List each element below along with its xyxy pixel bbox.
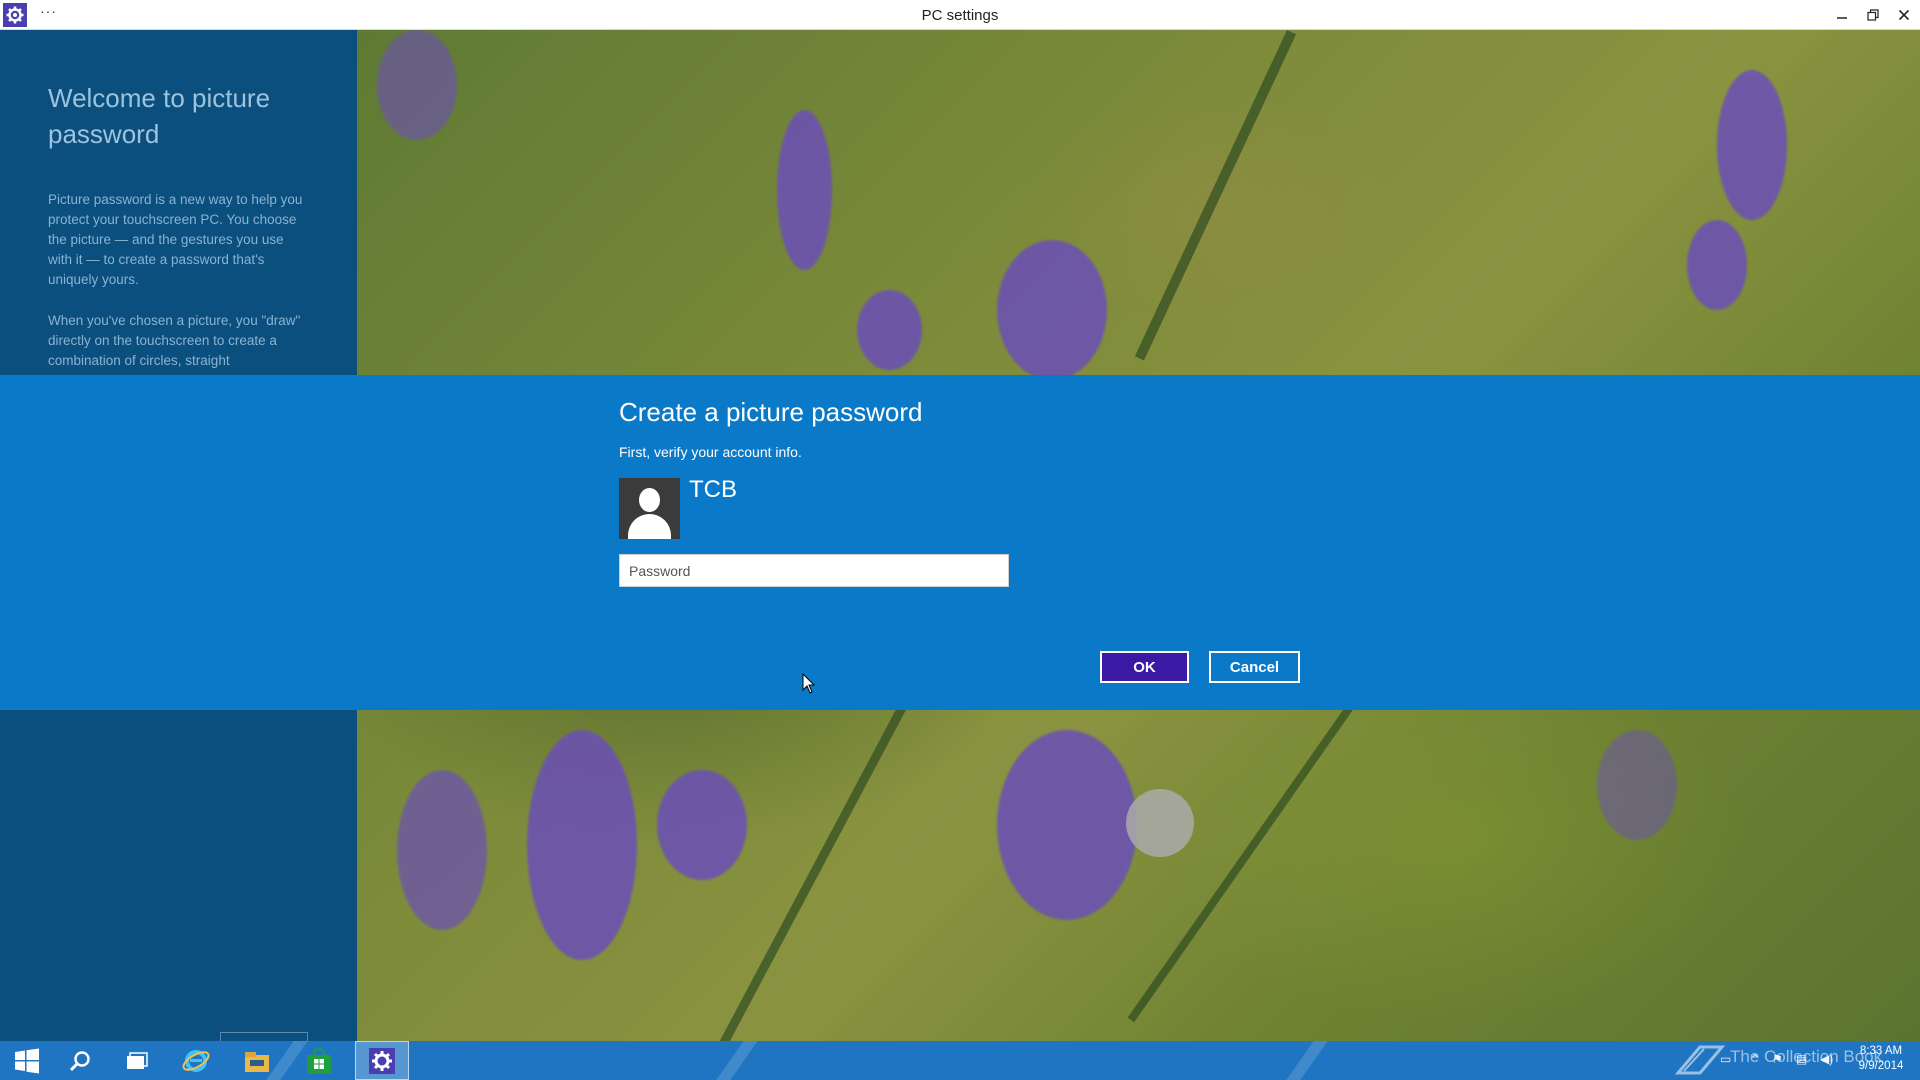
search-icon: [69, 1050, 90, 1071]
taskbar-pc-settings[interactable]: [355, 1041, 409, 1080]
window-title: PC settings: [921, 7, 999, 24]
touch-indicator: [1126, 789, 1194, 857]
close-icon: [1898, 9, 1910, 21]
chevron-up-icon[interactable]: ⌃: [1750, 1052, 1760, 1066]
person-icon: [639, 488, 660, 512]
password-input[interactable]: [619, 554, 1009, 587]
restore-button[interactable]: [1858, 3, 1888, 27]
clock-date: 9/9/2014: [1858, 1060, 1904, 1072]
taskbar-file-explorer[interactable]: [230, 1041, 284, 1080]
ok-button[interactable]: OK: [1100, 651, 1189, 683]
file-explorer-icon: [245, 1051, 269, 1072]
flag-tray-icon[interactable]: ⚑: [1772, 1052, 1783, 1066]
restore-icon: [1867, 9, 1879, 21]
search-button[interactable]: [53, 1041, 107, 1080]
info-paragraph-1: Picture password is a new way to help yo…: [48, 192, 303, 287]
taskbar-store[interactable]: [292, 1041, 346, 1080]
minimize-icon: [1837, 17, 1847, 19]
internet-explorer-icon: [182, 1049, 210, 1072]
task-view-icon: [127, 1051, 148, 1069]
store-icon: [307, 1047, 331, 1074]
taskbar-internet-explorer[interactable]: [169, 1041, 223, 1080]
cancel-button[interactable]: Cancel: [1209, 651, 1300, 683]
user-avatar: [619, 478, 680, 539]
taskbar: The Collection Book ▭ ⌃ ⚑ ▤ ◀) 8:33 AM 9…: [0, 1041, 1920, 1080]
title-bar: ··· PC settings: [0, 0, 1920, 30]
start-button[interactable]: [0, 1041, 54, 1080]
scroll-indicator[interactable]: [220, 1032, 308, 1041]
minimize-button[interactable]: [1827, 3, 1857, 27]
clock-time: 8:33 AM: [1859, 1045, 1903, 1057]
info-panel-title: Welcome to picture password: [48, 83, 271, 149]
keyboard-tray-icon[interactable]: ▭: [1720, 1052, 1731, 1066]
network-tray-icon[interactable]: ▤: [1796, 1052, 1807, 1066]
dialog-subtitle: First, verify your account info.: [619, 444, 802, 460]
mouse-cursor-icon: [802, 673, 816, 694]
user-name: TCB: [689, 476, 737, 503]
task-view-button[interactable]: [110, 1041, 164, 1080]
dialog-title: Create a picture password: [619, 397, 923, 427]
close-button[interactable]: [1889, 3, 1919, 27]
settings-icon: [369, 1047, 395, 1074]
info-paragraph-2: When you've chosen a picture, you "draw"…: [48, 313, 301, 368]
system-clock[interactable]: 8:33 AM 9/9/2014: [1850, 1044, 1912, 1074]
volume-tray-icon[interactable]: ◀): [1820, 1052, 1833, 1066]
start-icon: [15, 1048, 39, 1073]
create-picture-password-dialog: Create a picture password First, verify …: [0, 375, 1920, 710]
